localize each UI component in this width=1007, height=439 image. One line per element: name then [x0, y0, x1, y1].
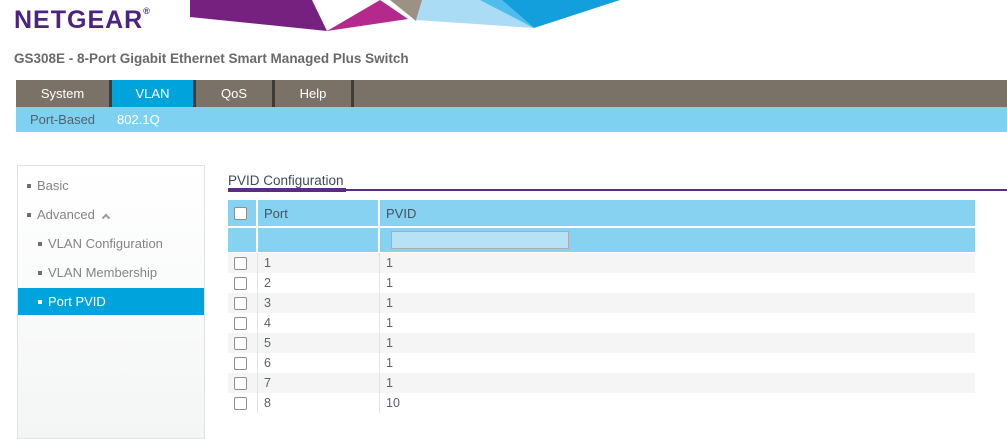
- sidebar-item-vlan-configuration[interactable]: VLAN Configuration: [18, 229, 204, 258]
- tab-help[interactable]: Help: [275, 80, 354, 107]
- pvid-cell: 1: [380, 373, 975, 393]
- main-nav: System VLAN QoS Help: [16, 80, 1007, 107]
- table-filter-row: [228, 228, 975, 253]
- subnav-item-port-based[interactable]: Port-Based: [30, 112, 95, 127]
- select-all-checkbox[interactable]: [234, 207, 247, 220]
- sidebar: Basic Advanced VLAN Configuration VLAN M…: [17, 165, 205, 439]
- row-checkbox-port-2[interactable]: [234, 277, 247, 290]
- header-banner-graphic: [190, 0, 640, 33]
- sidebar-item-label: Basic: [37, 178, 69, 193]
- sidebar-item-label: VLAN Membership: [48, 265, 157, 280]
- port-cell: 3: [258, 293, 380, 313]
- row-checkbox-port-6[interactable]: [234, 357, 247, 370]
- table-row: 4 1: [228, 313, 975, 333]
- sidebar-item-label: Port PVID: [48, 294, 106, 309]
- table-row: 1 1: [228, 253, 975, 273]
- row-checkbox-port-8[interactable]: [234, 397, 247, 410]
- section-title-underline: [228, 188, 346, 192]
- pvid-cell: 1: [380, 333, 975, 353]
- pvid-table: Port PVID 1 1 2 1 3 1 4 1: [228, 200, 975, 413]
- sidebar-item-port-pvid[interactable]: Port PVID: [18, 288, 204, 315]
- tab-qos[interactable]: QoS: [196, 80, 275, 107]
- table-row: 5 1: [228, 333, 975, 353]
- table-row: 3 1: [228, 293, 975, 313]
- registered-mark: ®: [143, 6, 150, 16]
- header-checkbox-cell: [228, 200, 258, 226]
- pvid-cell: 1: [380, 253, 975, 273]
- square-bullet-icon: [38, 271, 42, 275]
- square-bullet-icon: [27, 213, 31, 217]
- brand-name: NETGEAR: [14, 6, 143, 34]
- port-cell: 1: [258, 253, 380, 273]
- sidebar-item-basic[interactable]: Basic: [18, 171, 204, 200]
- row-checkbox-port-5[interactable]: [234, 337, 247, 350]
- square-bullet-icon: [38, 242, 42, 246]
- table-row: 7 1: [228, 373, 975, 393]
- row-checkbox-port-3[interactable]: [234, 297, 247, 310]
- pvid-cell: 10: [380, 393, 975, 413]
- tab-system[interactable]: System: [16, 80, 112, 107]
- filter-checkbox-cell: [228, 228, 258, 252]
- tab-vlan[interactable]: VLAN: [112, 80, 196, 107]
- square-bullet-icon: [38, 300, 42, 304]
- sub-nav: Port-Based 802.1Q: [16, 107, 1007, 132]
- port-cell: 8: [258, 393, 380, 413]
- pvid-cell: 1: [380, 313, 975, 333]
- table-row: 6 1: [228, 353, 975, 373]
- subnav-item-8021q[interactable]: 802.1Q: [117, 112, 160, 127]
- square-bullet-icon: [27, 184, 31, 188]
- pvid-cell: 1: [380, 273, 975, 293]
- section-title: PVID Configuration: [228, 173, 344, 188]
- port-cell: 4: [258, 313, 380, 333]
- port-cell: 6: [258, 353, 380, 373]
- row-checkbox-port-7[interactable]: [234, 377, 247, 390]
- table-row: 8 10: [228, 393, 975, 413]
- filter-pvid-cell: [380, 228, 975, 252]
- filter-port-cell: [258, 228, 380, 252]
- pvid-cell: 1: [380, 293, 975, 313]
- chevron-up-icon: [102, 213, 110, 221]
- pvid-cell: 1: [380, 353, 975, 373]
- column-header-pvid[interactable]: PVID: [380, 200, 975, 226]
- row-checkbox-port-4[interactable]: [234, 317, 247, 330]
- row-checkbox-port-1[interactable]: [234, 257, 247, 270]
- page: NETGEAR® GS308E - 8-Port Gigabit Etherne…: [0, 0, 1007, 439]
- sidebar-item-label: Advanced: [37, 207, 95, 222]
- port-cell: 5: [258, 333, 380, 353]
- sidebar-item-vlan-membership[interactable]: VLAN Membership: [18, 258, 204, 287]
- port-cell: 2: [258, 273, 380, 293]
- page-title: GS308E - 8-Port Gigabit Ethernet Smart M…: [14, 51, 409, 66]
- port-cell: 7: [258, 373, 380, 393]
- sidebar-item-advanced[interactable]: Advanced: [18, 200, 204, 229]
- column-header-port[interactable]: Port: [258, 200, 380, 226]
- pvid-filter-input[interactable]: [391, 231, 569, 249]
- sidebar-item-label: VLAN Configuration: [48, 236, 163, 251]
- table-row: 2 1: [228, 273, 975, 293]
- netgear-logo: NETGEAR®: [14, 6, 150, 35]
- table-header-row: Port PVID: [228, 200, 975, 228]
